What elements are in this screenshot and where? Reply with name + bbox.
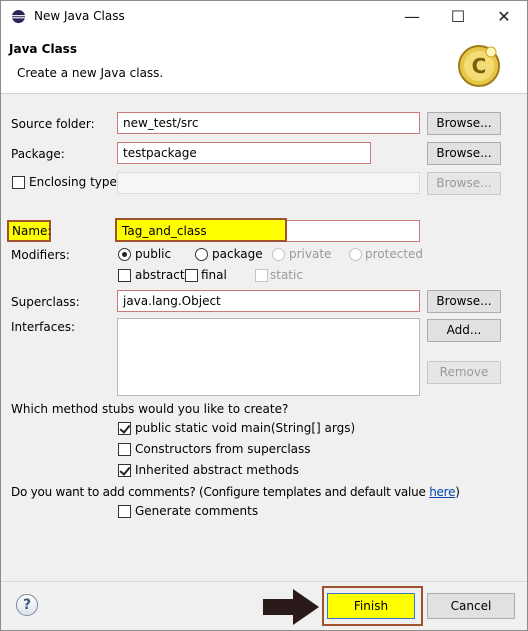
package-browse-button[interactable]: Browse... (427, 142, 501, 165)
arrow-right-icon (263, 589, 319, 625)
modifier-package-radio[interactable] (195, 248, 208, 261)
enclosing-type-label: Enclosing type: (29, 175, 121, 189)
source-folder-browse-button[interactable]: Browse... (427, 112, 501, 135)
stub-constructors-label: Constructors from superclass (135, 442, 311, 456)
modifier-static-label: static (270, 268, 303, 282)
header-title: Java Class (9, 42, 77, 56)
modifiers-label: Modifiers: (11, 248, 70, 262)
interfaces-list[interactable] (117, 318, 420, 396)
generate-comments-checkbox[interactable] (118, 505, 131, 518)
package-label: Package: (11, 147, 65, 161)
enclosing-type-field[interactable] (117, 172, 420, 194)
source-folder-field[interactable]: new_test/src (117, 112, 420, 134)
stub-constructors-checkbox[interactable] (118, 443, 131, 456)
dialog-header: Java Class Create a new Java class. C (1, 32, 527, 94)
modifier-final-label: final (201, 268, 227, 282)
modifier-protected-radio[interactable] (349, 248, 362, 261)
enclosing-type-checkbox[interactable] (12, 176, 25, 189)
method-stubs-question: Which method stubs would you like to cre… (11, 402, 289, 416)
comments-question-text: Do you want to add comments? (Configure … (11, 485, 430, 499)
modifier-static-checkbox[interactable] (255, 269, 268, 282)
add-interface-button[interactable]: Add... (427, 319, 501, 342)
superclass-label: Superclass: (11, 295, 80, 309)
modifier-public-radio[interactable] (118, 248, 131, 261)
modifier-abstract-checkbox[interactable] (118, 269, 131, 282)
package-field[interactable]: testpackage (117, 142, 371, 164)
modifier-abstract-label: abstract (135, 268, 185, 282)
superclass-field[interactable]: java.lang.Object (117, 290, 420, 312)
close-button[interactable]: ✕ (481, 1, 527, 32)
modifier-protected-label: protected (365, 247, 424, 261)
remove-interface-button[interactable]: Remove (427, 361, 501, 384)
help-icon[interactable]: ? (16, 594, 38, 616)
modifier-final-checkbox[interactable] (185, 269, 198, 282)
interfaces-label: Interfaces: (11, 320, 76, 334)
modifier-private-radio[interactable] (272, 248, 285, 261)
superclass-browse-button[interactable]: Browse... (427, 290, 501, 313)
stub-main-label: public static void main(String[] args) (135, 421, 356, 435)
finish-button[interactable]: Finish (327, 593, 415, 619)
modifier-public-label: public (135, 247, 172, 261)
name-field-value: Tag_and_class (122, 224, 207, 238)
name-label: Name: (12, 224, 52, 238)
header-subtitle: Create a new Java class. (17, 66, 164, 80)
comments-question-close: ) (455, 485, 460, 499)
svg-text:C: C (472, 54, 487, 78)
new-java-class-dialog: New Java Class — ☐ ✕ Java Class Create a… (0, 0, 528, 631)
eclipse-icon (11, 9, 26, 24)
generate-comments-label: Generate comments (135, 504, 259, 518)
stub-inherited-checkbox[interactable] (118, 464, 131, 477)
maximize-button[interactable]: ☐ (435, 1, 481, 32)
stub-main-checkbox[interactable] (118, 422, 131, 435)
configure-templates-link[interactable]: here (429, 485, 455, 499)
enclosing-type-browse-button[interactable]: Browse... (427, 172, 501, 195)
footer-separator (1, 581, 527, 582)
title-bar: New Java Class — ☐ ✕ (1, 1, 527, 32)
modifier-package-label: package (212, 247, 263, 261)
minimize-button[interactable]: — (389, 1, 435, 32)
cancel-button[interactable]: Cancel (427, 593, 515, 619)
stub-inherited-label: Inherited abstract methods (135, 463, 299, 477)
comments-question: Do you want to add comments? (Configure … (11, 485, 460, 499)
new-class-wizard-icon: C (458, 45, 500, 87)
modifier-private-label: private (289, 247, 332, 261)
source-folder-label: Source folder: (11, 117, 95, 131)
window-title: New Java Class (34, 9, 125, 23)
